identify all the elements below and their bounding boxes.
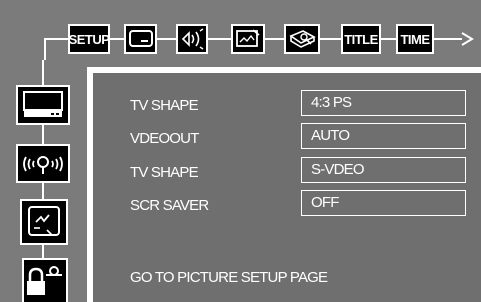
sidebar-item-tv-display[interactable] (16, 85, 70, 125)
setting-value-screen-saver[interactable]: OFF (301, 190, 466, 216)
picture-icon (236, 29, 260, 47)
setting-value-tv-shape-2[interactable]: S-VDEO (301, 157, 466, 183)
tv-display-icon (23, 91, 63, 117)
tv-screen-icon (128, 30, 153, 47)
speaker-sound-icon (181, 28, 204, 50)
menu-connector-line (44, 38, 46, 60)
tab-tv-screen[interactable] (124, 24, 157, 54)
tab-language[interactable] (284, 24, 320, 54)
tab-setup[interactable]: SETUP (68, 24, 110, 54)
arrow-right-icon (461, 32, 474, 46)
tab-picture[interactable] (231, 24, 265, 54)
language-icon (289, 30, 316, 48)
footer-hint: GO TO PICTURE SETUP PAGE (130, 269, 328, 286)
setting-value-tv-shape[interactable]: 4:3 PS (301, 90, 466, 116)
setting-label-screen-saver: SCR SAVER (130, 197, 209, 214)
tab-title[interactable]: TITLE (341, 24, 381, 54)
top-menu-bar: SETUP TITLE TIME (0, 0, 481, 60)
audio-wave-icon (23, 155, 63, 174)
tab-time[interactable]: TIME (396, 24, 434, 54)
setting-label-video-out: VDEOOUT (130, 130, 199, 147)
setting-label-tv-shape: TV SHAPE (130, 97, 199, 114)
osd-screen: SETUP TITLE TIME TV SHAPE 4:3 PS VDEOOUT… (0, 0, 481, 302)
tab-label-setup: SETUP (68, 31, 110, 47)
tab-label-title: TITLE (344, 31, 378, 47)
sidebar-item-speech[interactable] (20, 199, 68, 245)
tab-label-time: TIME (400, 31, 430, 47)
speech-icon (28, 206, 60, 236)
tab-audio[interactable] (176, 24, 208, 54)
setting-value-video-out[interactable]: AUTO (301, 123, 466, 149)
settings-panel: TV SHAPE 4:3 PS VDEOOUT AUTO TV SHAPE S-… (87, 67, 481, 302)
lock-key-icon (27, 266, 62, 295)
setting-label-tv-shape-2: TV SHAPE (130, 164, 199, 181)
sidebar-item-audio[interactable] (16, 144, 70, 183)
sidebar-item-lock[interactable] (22, 258, 68, 302)
